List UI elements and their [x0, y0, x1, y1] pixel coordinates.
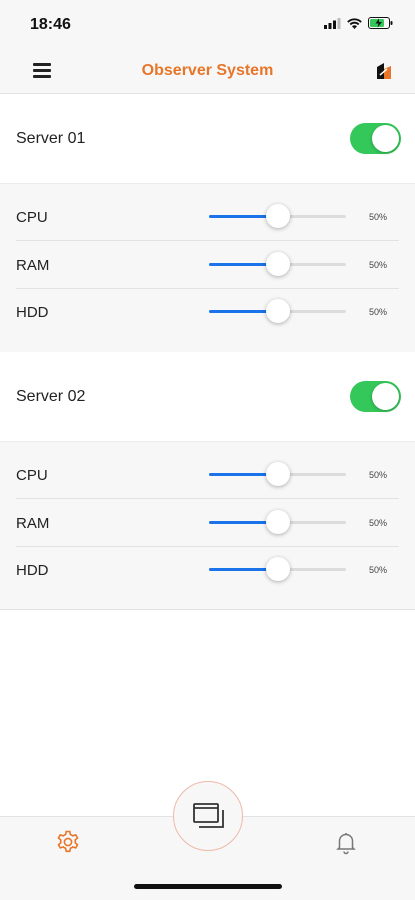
toggle-knob [372, 383, 399, 410]
status-icons [324, 17, 393, 29]
metric-label: RAM [16, 257, 50, 274]
status-bar: 18:46 [0, 0, 415, 48]
metric-value: 50% [368, 518, 387, 528]
slider-thumb[interactable] [265, 299, 290, 323]
cellular-signal-icon [324, 17, 341, 29]
metric-row: HDD 50% [0, 288, 415, 335]
slider-thumb[interactable] [265, 252, 290, 276]
metric-row: CPU 50% [0, 193, 415, 240]
ram-slider[interactable] [209, 510, 346, 534]
tab-notifications[interactable] [333, 829, 359, 855]
metric-row: CPU 50% [0, 451, 415, 498]
ram-slider[interactable] [209, 252, 346, 276]
windows-icon [193, 803, 224, 828]
toggle-knob [372, 125, 399, 152]
logo-icon[interactable] [375, 61, 393, 81]
metric-label: HDD [16, 562, 49, 579]
metric-row: RAM 50% [0, 241, 415, 288]
server-toggle[interactable] [350, 123, 401, 154]
battery-charging-icon [368, 17, 393, 29]
metric-label: RAM [16, 515, 50, 532]
server-toggle[interactable] [350, 381, 401, 412]
metric-label: HDD [16, 304, 49, 321]
metric-value: 50% [368, 212, 387, 222]
metric-label: CPU [16, 209, 48, 226]
server-name: Server 01 [16, 130, 86, 147]
hdd-slider[interactable] [209, 557, 346, 581]
metrics-list: CPU 50% RAM 50% HDD 50% [0, 442, 415, 610]
slider-thumb[interactable] [265, 510, 290, 534]
divider [0, 609, 415, 610]
metric-value: 50% [368, 307, 387, 317]
metric-row: HDD 50% [0, 546, 415, 593]
metric-value: 50% [368, 260, 387, 270]
metric-value: 50% [368, 470, 387, 480]
tab-settings[interactable] [55, 829, 81, 855]
home-indicator [134, 884, 282, 889]
metric-value: 50% [368, 565, 387, 575]
server-header: Server 02 [0, 352, 415, 442]
windows-button[interactable] [173, 781, 243, 851]
cpu-slider[interactable] [209, 204, 346, 228]
server-name: Server 02 [16, 388, 86, 405]
server-header: Server 01 [0, 94, 415, 184]
navigation-bar: Observer System [0, 48, 415, 94]
wifi-icon [347, 17, 362, 29]
slider-thumb[interactable] [265, 462, 290, 486]
hdd-slider[interactable] [209, 299, 346, 323]
slider-thumb[interactable] [265, 204, 290, 228]
status-time: 18:46 [30, 16, 71, 33]
slider-thumb[interactable] [265, 557, 290, 581]
metric-label: CPU [16, 467, 48, 484]
gear-icon [57, 830, 79, 853]
page-title: Observer System [141, 62, 274, 79]
cpu-slider[interactable] [209, 462, 346, 486]
bell-icon [336, 833, 356, 855]
metrics-list: CPU 50% RAM 50% HDD 50% [0, 184, 415, 352]
metric-row: RAM 50% [0, 499, 415, 546]
